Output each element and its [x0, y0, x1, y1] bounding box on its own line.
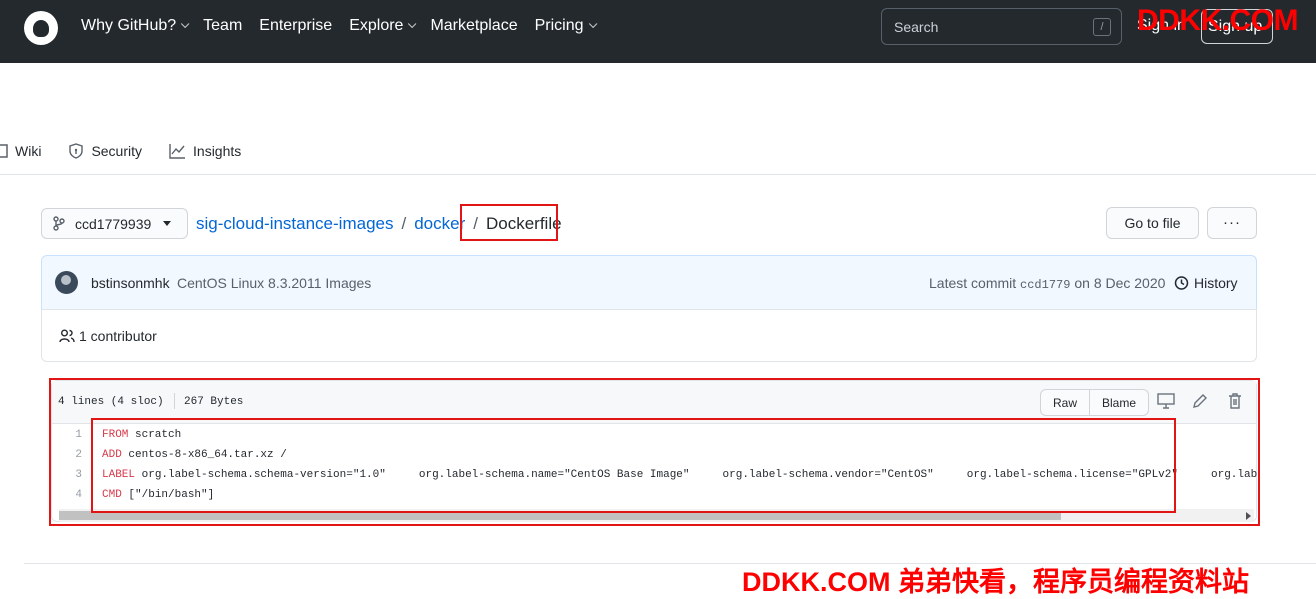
more-options-button[interactable]: ···	[1207, 207, 1257, 239]
nav-explore[interactable]: Explore	[349, 17, 417, 35]
breadcrumb-repo-link[interactable]: sig-cloud-instance-images	[196, 214, 393, 234]
watermark: DDKK.COM	[1137, 4, 1299, 37]
people-icon	[59, 329, 75, 342]
latest-commit-bar: bstinsonmhk CentOS Linux 8.3.2011 Images…	[41, 255, 1257, 309]
caret-down-icon	[163, 221, 172, 226]
graph-icon	[169, 144, 186, 159]
contributors-bar: 1 contributor	[41, 309, 1257, 362]
branch-selector[interactable]: ccd1779939	[41, 208, 188, 239]
go-to-file-button[interactable]: Go to file	[1106, 207, 1199, 239]
book-icon	[0, 144, 8, 158]
breadcrumb-separator: /	[401, 214, 407, 233]
annotation-box-code	[91, 418, 1176, 513]
github-logo-icon[interactable]	[24, 11, 58, 45]
chevron-down-icon	[181, 19, 190, 29]
nav-team[interactable]: Team	[203, 17, 242, 35]
nav-label: Explore	[349, 17, 404, 34]
search-input[interactable]: Search /	[881, 8, 1122, 45]
nav-label: Pricing	[534, 17, 584, 34]
latest-commit-label: Latest commit	[929, 275, 1017, 291]
branch-name: ccd1779939	[75, 215, 152, 232]
history-icon	[1174, 276, 1189, 290]
nav-label: Team	[203, 17, 243, 34]
branch-icon	[53, 216, 65, 231]
nav-why-github[interactable]: Why GitHub?	[81, 17, 190, 35]
header: Why GitHub? Team Enterprise Explore Mark…	[0, 0, 1316, 63]
nav-pricing[interactable]: Pricing	[534, 17, 597, 35]
nav-label: Why GitHub?	[81, 17, 177, 34]
nav-label: Enterprise	[259, 17, 333, 34]
divider	[0, 174, 1316, 175]
commit-meta: Latest commit ccd1779 on 8 Dec 2020	[929, 275, 1165, 292]
commit-date: 8 Dec 2020	[1093, 275, 1166, 291]
repo-tabs: Wiki Security Insights	[0, 139, 268, 163]
nav-enterprise[interactable]: Enterprise	[259, 17, 332, 35]
chevron-down-icon	[408, 19, 417, 29]
tab-wiki[interactable]: Wiki	[0, 139, 41, 163]
tab-insights[interactable]: Insights	[169, 139, 241, 163]
watermark: DDKK.COM 弟弟快看，程序员编程资料站	[742, 567, 1249, 597]
commit-message[interactable]: CentOS Linux 8.3.2011 Images	[177, 275, 371, 291]
tab-label: Wiki	[15, 143, 42, 159]
breadcrumb-folder-link[interactable]: docker	[414, 214, 465, 234]
chevron-down-icon	[588, 19, 597, 29]
commit-author[interactable]: bstinsonmhk	[91, 275, 170, 291]
date-prefix: on	[1074, 275, 1090, 291]
main-nav: Why GitHub? Team Enterprise Explore Mark…	[81, 17, 611, 35]
avatar[interactable]	[55, 271, 78, 294]
shield-icon	[69, 143, 84, 159]
tab-label: Security	[91, 143, 143, 159]
nav-label: Marketplace	[430, 17, 518, 34]
search-shortcut-key: /	[1093, 18, 1111, 36]
contributors-count[interactable]: 1 contributor	[79, 328, 157, 344]
history-label: History	[1194, 275, 1238, 291]
annotation-box-filename	[460, 204, 558, 241]
nav-marketplace[interactable]: Marketplace	[430, 17, 517, 35]
tab-security[interactable]: Security	[68, 139, 142, 163]
tab-label: Insights	[193, 143, 242, 159]
commit-hash[interactable]: ccd1779	[1020, 278, 1070, 292]
history-link[interactable]: History	[1173, 275, 1238, 291]
search-placeholder: Search	[894, 19, 939, 35]
